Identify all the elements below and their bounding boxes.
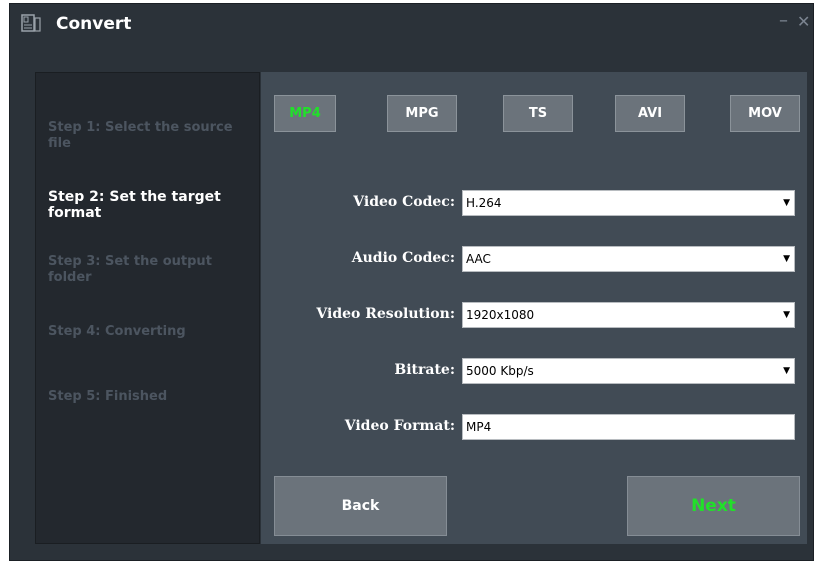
- audio-codec-label: Audio Codec:: [351, 250, 455, 266]
- step-1-label: Step 1: Select the source file: [48, 120, 233, 151]
- video-resolution-value: 1920x1080: [466, 308, 535, 322]
- format-ts-button[interactable]: TS: [503, 95, 573, 132]
- step-3-label: Step 3: Set the output folder: [48, 254, 212, 285]
- video-format-field[interactable]: MP4: [462, 414, 795, 440]
- convert-window: Convert – ✕ Step 1: Select the source fi…: [9, 3, 814, 561]
- next-button[interactable]: Next: [627, 476, 800, 536]
- video-format-label: Video Format:: [344, 418, 455, 434]
- video-codec-select[interactable]: H.264 ▼: [462, 190, 795, 216]
- audio-codec-select[interactable]: AAC ▼: [462, 246, 795, 272]
- minimize-button[interactable]: –: [779, 10, 788, 31]
- dropdown-arrow-icon: ▼: [783, 198, 790, 208]
- dropdown-arrow-icon: ▼: [783, 366, 790, 376]
- audio-codec-value: AAC: [466, 252, 491, 266]
- close-button[interactable]: ✕: [797, 12, 810, 31]
- back-button[interactable]: Back: [274, 476, 447, 536]
- bitrate-label: Bitrate:: [394, 362, 455, 378]
- video-resolution-label: Video Resolution:: [316, 306, 455, 322]
- steps-sidebar: Step 1: Select the source file Step 2: S…: [35, 72, 260, 544]
- video-codec-label: Video Codec:: [353, 194, 455, 210]
- format-mov-button[interactable]: MOV: [730, 95, 800, 132]
- bitrate-value: 5000 Kbp/s: [466, 364, 534, 378]
- format-avi-button[interactable]: AVI: [615, 95, 685, 132]
- step-4-label: Step 4: Converting: [48, 324, 186, 339]
- dropdown-arrow-icon: ▼: [783, 254, 790, 264]
- convert-app-icon: [21, 14, 41, 32]
- format-mp4-button[interactable]: MP4: [274, 95, 336, 132]
- video-resolution-select[interactable]: 1920x1080 ▼: [462, 302, 795, 328]
- video-format-value: MP4: [466, 420, 492, 434]
- video-codec-value: H.264: [466, 196, 502, 210]
- format-settings-panel: MP4 MPG TS AVI MOV Video Codec: H.264 ▼ …: [261, 72, 807, 544]
- step-5-label: Step 5: Finished: [48, 389, 168, 404]
- format-mpg-button[interactable]: MPG: [387, 95, 457, 132]
- step-2-label: Step 2: Set the target format: [48, 189, 221, 221]
- window-title: Convert: [56, 14, 132, 34]
- dropdown-arrow-icon: ▼: [783, 310, 790, 320]
- title-bar[interactable]: Convert – ✕: [10, 4, 813, 44]
- bitrate-select[interactable]: 5000 Kbp/s ▼: [462, 358, 795, 384]
